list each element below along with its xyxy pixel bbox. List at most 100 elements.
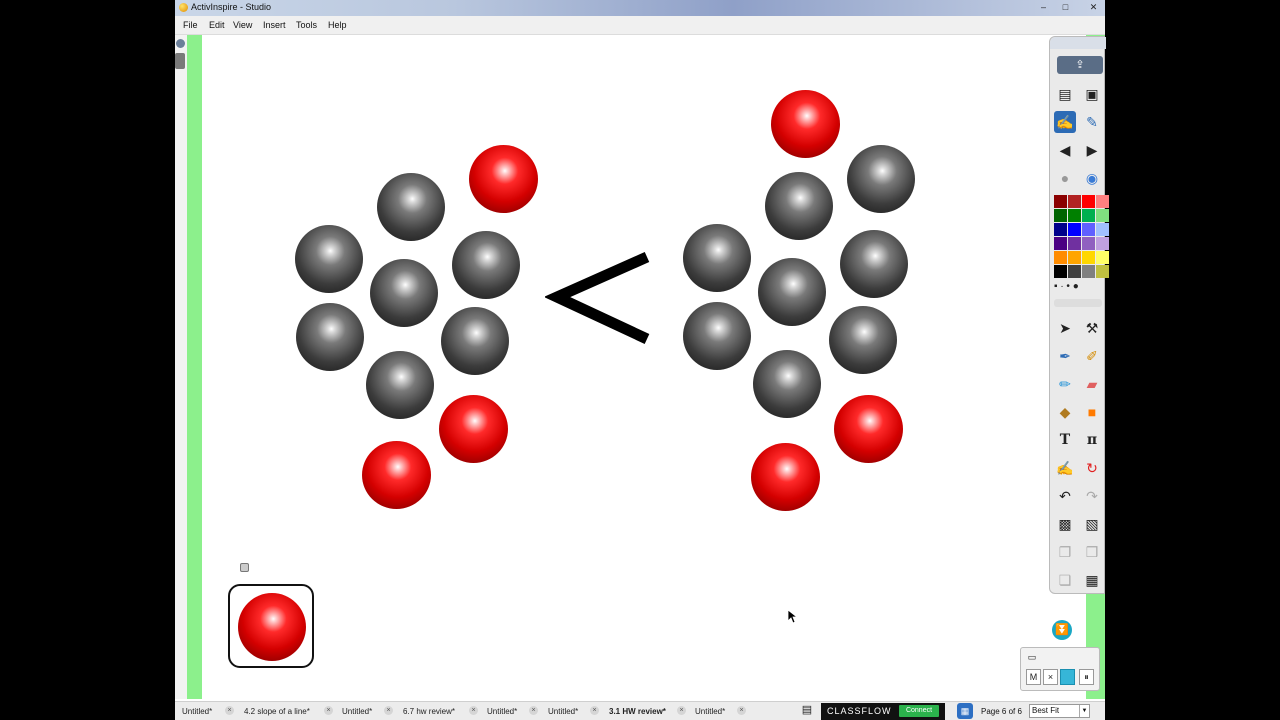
previous-page-icon[interactable]: ◀	[1054, 139, 1076, 161]
color-swatch[interactable]	[1054, 223, 1067, 236]
redo-icon[interactable]: ↷	[1081, 485, 1103, 507]
menu-view[interactable]: View	[233, 20, 252, 30]
color-swatch[interactable]	[1054, 209, 1067, 222]
chevron-down-icon[interactable]: ▼	[1079, 705, 1089, 717]
text-icon[interactable]: T	[1054, 429, 1076, 451]
color-swatch[interactable]	[1082, 223, 1095, 236]
pen-icon[interactable]: ✒	[1054, 345, 1076, 367]
eraser-icon[interactable]: ▰	[1081, 373, 1103, 395]
reset-page-icon[interactable]: ↻	[1081, 457, 1103, 479]
fill-icon[interactable]: ◆	[1054, 401, 1076, 423]
color-swatch[interactable]	[1068, 251, 1081, 264]
recorder-icon: ▭	[1027, 652, 1037, 662]
magic-pen-icon[interactable]: ✐	[1081, 345, 1103, 367]
grid-icon[interactable]: ▦	[1081, 569, 1103, 591]
record-m-button[interactable]: M	[1026, 669, 1041, 685]
play-icon[interactable]: ●	[1054, 167, 1076, 189]
color-swatch[interactable]	[1054, 251, 1067, 264]
record-close-button[interactable]: ×	[1043, 669, 1058, 685]
color-swatch[interactable]	[1082, 251, 1095, 264]
color-swatch[interactable]	[1054, 237, 1067, 250]
tab-slope-of-a-line[interactable]: 4.2 slope of a line*	[244, 707, 310, 716]
handwriting-icon[interactable]: ✍	[1054, 457, 1076, 479]
page-browser-icon[interactable]: ▦	[957, 703, 973, 719]
math-pi-icon[interactable]: π	[1081, 429, 1103, 451]
highlighter-icon[interactable]: ✏	[1054, 373, 1076, 395]
copy-page-icon[interactable]: ❐	[1054, 541, 1076, 563]
color-swatch[interactable]	[1068, 265, 1081, 278]
paste-icon[interactable]: ❒	[1081, 541, 1103, 563]
zoom-select[interactable]: Best Fit ▼	[1029, 704, 1090, 718]
duplicate-icon[interactable]: ❏	[1054, 569, 1076, 591]
pen-tool-icon[interactable]	[175, 53, 185, 69]
color-swatch[interactable]	[1054, 265, 1067, 278]
close-tab-icon[interactable]: ×	[469, 706, 478, 715]
pen-mode-icon[interactable]: ✍	[1054, 111, 1076, 133]
color-swatch[interactable]	[1096, 251, 1109, 264]
width-slider[interactable]	[1054, 299, 1102, 307]
shape-icon[interactable]: ■	[1081, 401, 1103, 423]
document-tab-bar: Untitled* × 4.2 slope of a line* × Untit…	[175, 701, 1105, 720]
close-tab-icon[interactable]: ×	[677, 706, 686, 715]
color-swatch[interactable]	[1082, 265, 1095, 278]
pause-button[interactable]: ⏸	[1079, 669, 1094, 685]
color-swatch[interactable]	[1096, 237, 1109, 250]
close-tab-icon[interactable]: ×	[324, 706, 333, 715]
camera-settings-icon[interactable]: ▧	[1081, 513, 1103, 535]
color-swatch[interactable]	[1096, 195, 1109, 208]
maximize-button[interactable]: □	[1059, 2, 1072, 13]
record-button[interactable]	[1060, 669, 1075, 685]
color-swatch[interactable]	[1054, 195, 1067, 208]
recorder-widget: ▭ M × ⏸	[1020, 647, 1100, 691]
menu-insert[interactable]: Insert	[263, 20, 286, 30]
page-browser-icon[interactable]: ▤	[1054, 83, 1076, 105]
camera-icon[interactable]: ▩	[1054, 513, 1076, 535]
close-tab-icon[interactable]: ×	[529, 706, 538, 715]
tab-untitled-1[interactable]: Untitled*	[182, 707, 212, 716]
color-swatch[interactable]	[1082, 195, 1095, 208]
color-swatch[interactable]	[1096, 209, 1109, 222]
color-swatch[interactable]	[1068, 237, 1081, 250]
minimize-button[interactable]: –	[1037, 2, 1050, 13]
menu-tools[interactable]: Tools	[296, 20, 317, 30]
select-arrow-icon[interactable]: ➤	[1054, 317, 1076, 339]
color-swatch[interactable]	[1082, 237, 1095, 250]
connect-button[interactable]: Connect	[899, 705, 939, 717]
share-icon[interactable]: ⇪	[1057, 56, 1103, 74]
menu-edit[interactable]: Edit	[209, 20, 225, 30]
color-swatch[interactable]	[1068, 195, 1081, 208]
tab-untitled-2[interactable]: Untitled*	[342, 707, 372, 716]
tab-untitled-3[interactable]: Untitled*	[487, 707, 517, 716]
tools-icon[interactable]: ⚒	[1081, 317, 1103, 339]
zoom-value: Best Fit	[1032, 706, 1060, 715]
resource-browser-icon[interactable]: ▣	[1081, 83, 1103, 105]
tab-untitled-4[interactable]: Untitled*	[548, 707, 578, 716]
left-browser-strip	[175, 35, 202, 699]
close-button[interactable]: ✕	[1087, 2, 1100, 13]
close-tab-icon[interactable]: ×	[737, 706, 746, 715]
scroll-down-icon[interactable]: ⏬	[1052, 620, 1072, 640]
menu-help[interactable]: Help	[328, 20, 347, 30]
window-title: ActivInspire - Studio	[191, 2, 272, 12]
tab-untitled-5[interactable]: Untitled*	[695, 707, 725, 716]
close-tab-icon[interactable]: ×	[225, 706, 234, 715]
pen-width-selector[interactable]: ▪ · • ●	[1054, 281, 1102, 293]
color-swatch[interactable]	[1082, 209, 1095, 222]
globe-icon[interactable]: ◉	[1081, 167, 1103, 189]
close-tab-icon[interactable]: ×	[384, 706, 393, 715]
page-notes-icon[interactable]: ▤	[799, 702, 815, 719]
color-swatch[interactable]	[1068, 223, 1081, 236]
color-swatch[interactable]	[1096, 223, 1109, 236]
desktop-annotate-icon[interactable]: ✎	[1081, 111, 1103, 133]
next-page-icon[interactable]: ▶	[1081, 139, 1103, 161]
tab-3-1-hw-review[interactable]: 3.1 HW review*	[609, 707, 666, 716]
menu-file[interactable]: File	[183, 20, 198, 30]
browser-toggle-icon[interactable]	[176, 39, 185, 48]
tab-hw-review[interactable]: 6.7 hw review*	[403, 707, 455, 716]
color-palette	[1054, 195, 1109, 278]
color-swatch[interactable]	[1068, 209, 1081, 222]
color-swatch[interactable]	[1096, 265, 1109, 278]
activinspire-window: ActivInspire - Studio – □ ✕ File Edit Vi…	[175, 0, 1105, 720]
undo-icon[interactable]: ↶	[1054, 485, 1076, 507]
close-tab-icon[interactable]: ×	[590, 706, 599, 715]
